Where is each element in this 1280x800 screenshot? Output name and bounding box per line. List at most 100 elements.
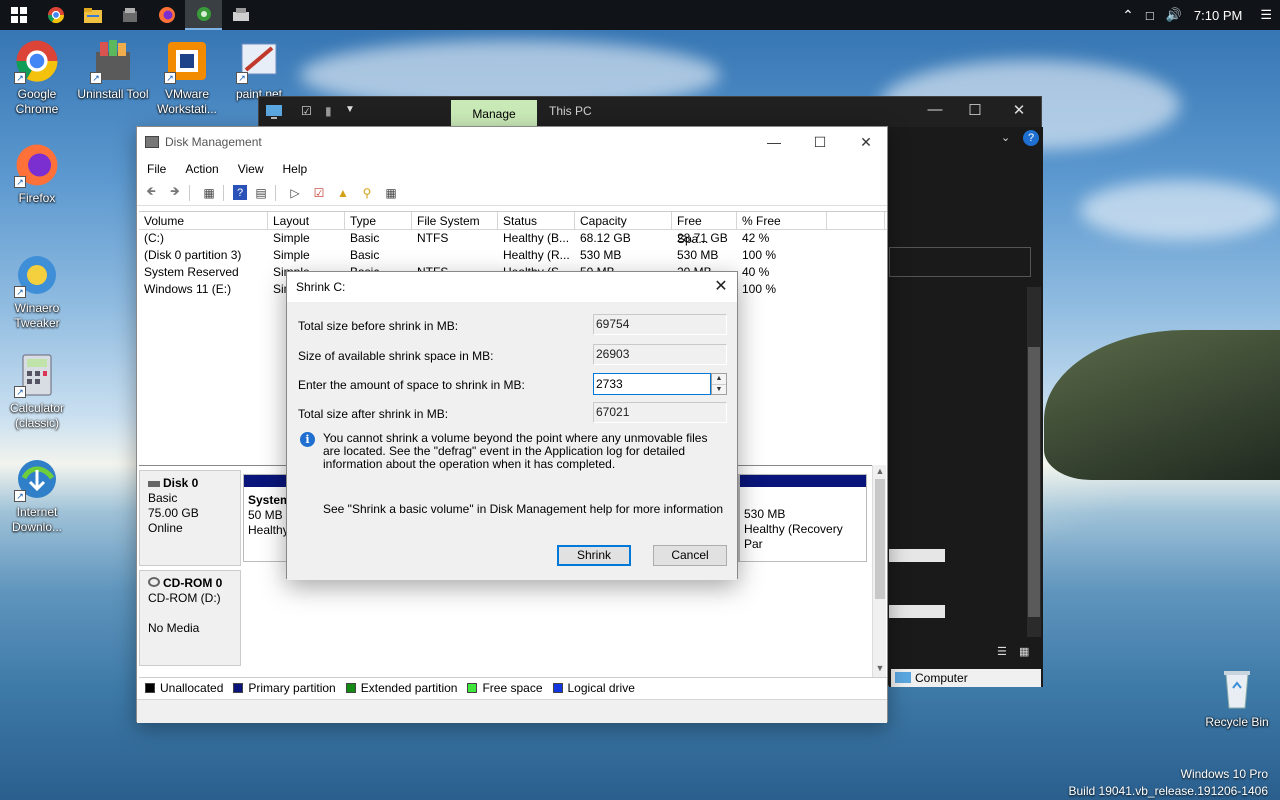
taskbar-clock[interactable]: 7:10 PM	[1194, 8, 1248, 23]
disk-0-label[interactable]: Disk 0 Basic 75.00 GB Online	[139, 470, 241, 566]
properties-icon[interactable]: ▤	[251, 184, 271, 202]
large-icons-view-icon[interactable]: ▦	[1019, 645, 1029, 658]
cdrom-0-label[interactable]: CD-ROM 0 CD-ROM (D:) No Media	[139, 570, 241, 666]
column-header-percent-free[interactable]: % Free	[737, 212, 827, 229]
taskbar-firefox[interactable]	[148, 0, 185, 30]
taskbar-disk-management[interactable]	[222, 0, 259, 30]
column-header-free-space[interactable]: Free Spa...	[672, 212, 737, 246]
search-icon[interactable]: ⚲	[357, 184, 377, 202]
scrollbar-thumb[interactable]	[1028, 347, 1040, 617]
explorer-scrollbar[interactable]	[1027, 287, 1041, 637]
taskbar-chrome[interactable]	[37, 0, 74, 30]
scroll-down-icon[interactable]: ▼	[873, 663, 887, 673]
free-space-cell: 28.71 GB	[677, 231, 728, 245]
column-header-capacity[interactable]: Capacity	[575, 212, 672, 229]
new-folder-icon[interactable]: ▮	[325, 104, 332, 118]
desktop-icon-recycle-bin[interactable]: Recycle Bin	[1200, 666, 1274, 730]
desktop-icon-firefox[interactable]: ↗ Firefox	[0, 142, 74, 206]
properties-icon[interactable]: ☑	[301, 104, 312, 118]
taskbar-winaero-tweaker[interactable]	[185, 0, 222, 30]
disk-size: 75.00 GB	[148, 506, 199, 520]
forward-icon[interactable]: 🡺	[165, 184, 185, 202]
close-icon[interactable]: ✕	[705, 272, 737, 302]
column-header-layout[interactable]: Layout	[268, 212, 345, 229]
column-header-volume[interactable]: Volume	[139, 212, 268, 229]
desktop-icon-internet-download-manager[interactable]: ↗ Internet Downlo...	[0, 456, 74, 535]
spin-up-icon[interactable]: ▲	[712, 374, 726, 384]
desktop-icon-calculator[interactable]: ↗ Calculator (classic)	[0, 352, 74, 431]
disk-state: Online	[148, 521, 183, 535]
connect-icon[interactable]: ▷	[285, 184, 305, 202]
desktop-icon-vmware[interactable]: ↗ VMware Workstati...	[150, 38, 224, 117]
toolbar-separator	[189, 184, 195, 201]
settings-icon[interactable]: ▦	[381, 184, 401, 202]
graphical-view-scrollbar[interactable]: ▲ ▼	[872, 465, 886, 677]
desktop-icon-winaero-tweaker[interactable]: ↗ Winaero Tweaker	[0, 252, 74, 331]
shrink-button[interactable]: Shrink	[557, 545, 631, 566]
minimize-icon[interactable]: —	[915, 101, 955, 118]
dialog-titlebar: Shrink C: ✕	[287, 272, 737, 302]
help-icon[interactable]: ?	[1023, 130, 1039, 146]
layout-cell: Simple	[273, 248, 310, 262]
back-icon[interactable]: 🡸	[141, 184, 161, 202]
legend-item: Unallocated	[145, 681, 223, 695]
network-icon[interactable]: □	[1146, 8, 1154, 23]
check-icon[interactable]: ☑	[309, 184, 329, 202]
windows-start-icon	[10, 7, 27, 23]
total-size-before-value: 69754	[593, 314, 727, 335]
window-title: Disk Management	[165, 135, 262, 149]
console-tree-icon[interactable]: ▦	[199, 184, 219, 202]
disk-state: No Media	[148, 621, 200, 635]
menu-file[interactable]: File	[137, 158, 175, 180]
taskbar-file-explorer[interactable]	[74, 0, 111, 30]
cancel-button[interactable]: Cancel	[653, 545, 727, 566]
quick-access-dropdown-icon[interactable]: ▼	[345, 104, 355, 115]
maximize-icon[interactable]: ☐	[955, 101, 995, 119]
chevron-up-icon[interactable]: ⌃	[1122, 7, 1134, 24]
desktop-icon-chrome[interactable]: ↗ Google Chrome	[0, 38, 74, 117]
volume-cell: (Disk 0 partition 3)	[144, 248, 242, 262]
column-header-type[interactable]: Type	[345, 212, 412, 229]
notification-icon[interactable]: ☰	[1260, 7, 1272, 23]
spin-down-icon[interactable]: ▼	[712, 384, 726, 394]
shrink-amount-input[interactable]	[593, 373, 711, 395]
maximize-icon[interactable]: ☐	[797, 127, 843, 158]
table-row[interactable]: (Disk 0 partition 3) Simple Basic Health…	[139, 247, 887, 264]
windows-edition-watermark: Windows 10 Pro	[1180, 767, 1268, 781]
scrollbar-thumb[interactable]	[875, 479, 885, 599]
new-folder-icon[interactable]: ▲	[333, 184, 353, 202]
explorer-nav-item-computer[interactable]: Computer	[891, 669, 1041, 687]
start-button[interactable]	[0, 0, 37, 30]
type-cell: Basic	[350, 248, 380, 262]
menu-view[interactable]: View	[228, 158, 273, 180]
percent-free-cell: 42 %	[742, 231, 770, 245]
taskbar-uninstall-tool[interactable]	[111, 0, 148, 30]
cdrom-icon	[148, 577, 160, 587]
scroll-up-icon[interactable]: ▲	[873, 466, 887, 476]
chevron-down-icon[interactable]: ⌄	[1001, 131, 1010, 144]
partition-legend: Unallocated Primary partition Extended p…	[139, 677, 887, 697]
explorer-search-box[interactable]	[889, 247, 1031, 277]
shrink-amount-spinner[interactable]: ▲ ▼	[711, 373, 727, 395]
menu-help[interactable]: Help	[273, 158, 317, 180]
file-system-cell	[412, 247, 498, 264]
desktop-icon-uninstall-tool[interactable]: ↗ Uninstall Tool	[76, 38, 150, 102]
close-icon[interactable]: ✕	[843, 127, 889, 158]
partition-recovery[interactable]: 530 MB Healthy (Recovery Par	[739, 474, 867, 562]
uninstall-tool-icon	[122, 8, 137, 22]
menu-action[interactable]: Action	[175, 158, 227, 180]
desktop-icon-paint-net[interactable]: ↗ paint.net	[222, 38, 296, 102]
minimize-icon[interactable]: —	[751, 127, 797, 158]
tab-manage[interactable]: Manage	[451, 100, 537, 127]
close-icon[interactable]: ✕	[999, 101, 1039, 119]
details-view-icon[interactable]: ☰	[997, 645, 1007, 658]
help-icon[interactable]: ?	[233, 185, 247, 200]
firefox-icon	[158, 7, 175, 23]
toolbar-separator	[275, 184, 281, 201]
toolbar: 🡸 🡺 ▦ ? ▤ ▷ ☑ ▲ ⚲ ▦	[137, 180, 887, 206]
volume-icon[interactable]: 🔊	[1166, 7, 1182, 23]
column-header-status[interactable]: Status	[498, 212, 575, 229]
column-header-file-system[interactable]: File System	[412, 212, 498, 229]
status-bar	[137, 699, 887, 723]
table-row[interactable]: (C:) Simple Basic NTFS Healthy (B... 68.…	[139, 230, 887, 247]
